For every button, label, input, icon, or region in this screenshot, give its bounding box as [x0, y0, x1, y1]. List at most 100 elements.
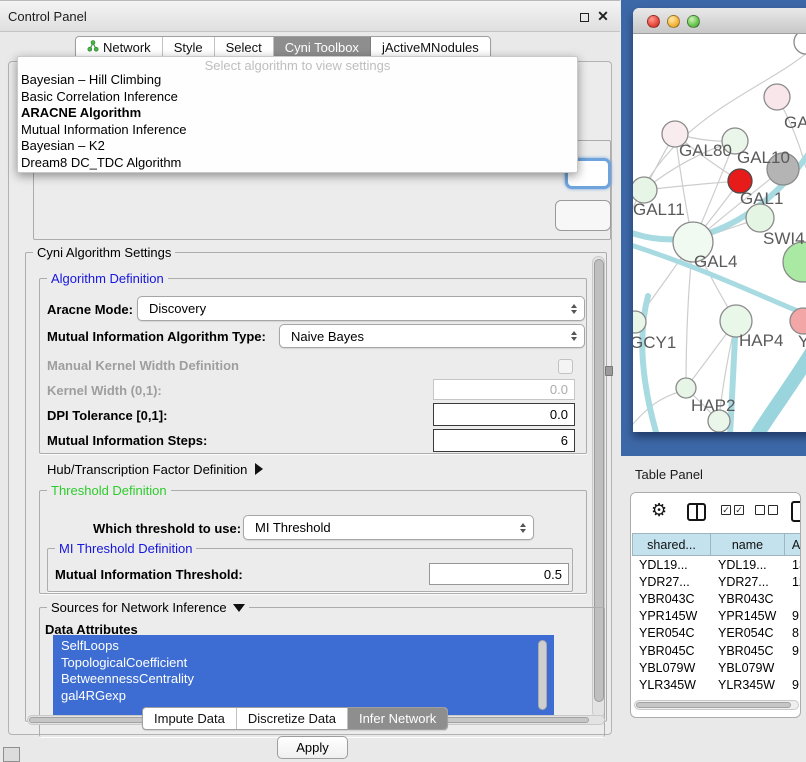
table-row[interactable]: YBR043CYBR043C	[632, 590, 801, 607]
cell: YLR345W	[711, 676, 785, 693]
table-row[interactable]: YIL052CYIL052C9	[632, 694, 801, 698]
dropdown-item[interactable]: Bayesian – Hill Climbing	[18, 72, 577, 89]
column-header[interactable]: name	[711, 533, 785, 556]
float-window-icon[interactable]	[580, 13, 589, 22]
list-item[interactable]: gal4RGexp	[61, 688, 554, 705]
dropdown-item[interactable]: Dream8 DC_TDC Algorithm	[18, 155, 577, 172]
node-green[interactable]	[783, 242, 806, 282]
node[interactable]	[794, 34, 806, 54]
node-label: GAL1	[740, 189, 783, 208]
tab-infer-network-label: Infer Network	[359, 711, 436, 726]
column-header[interactable]: A	[785, 533, 801, 556]
dpi-tolerance-field[interactable]: 0.0	[433, 403, 575, 426]
splitpane-handle[interactable]	[605, 366, 613, 376]
window-zoom-icon[interactable]	[687, 15, 700, 28]
dropdown-item[interactable]: Bayesian – K2	[18, 138, 577, 155]
collapsed-panel-chip[interactable]	[3, 747, 20, 762]
node-label: GAL10	[737, 148, 790, 167]
tab-impute-data[interactable]: Impute Data	[143, 708, 237, 729]
node-pink[interactable]	[790, 308, 806, 334]
cell	[785, 590, 801, 607]
combo-stepper-icon	[571, 304, 577, 314]
node-swi4[interactable]	[746, 204, 774, 232]
list-item[interactable]: SelfLoops	[61, 638, 554, 655]
table-row[interactable]: YPR145WYPR145W9.	[632, 608, 801, 625]
deselect-all-icon[interactable]	[755, 505, 778, 515]
kernel-width-field[interactable]: 0.0	[433, 379, 575, 400]
mi-threshold-field[interactable]: 0.5	[429, 563, 569, 585]
table-icon[interactable]	[791, 501, 801, 522]
network-tab-icon	[87, 40, 99, 55]
table-horizontal-scrollbar[interactable]	[634, 700, 799, 710]
manual-kernel-label: Manual Kernel Width Definition	[47, 358, 239, 373]
table-header-row: shared... name A	[632, 533, 801, 556]
node-label: GCY1	[633, 333, 676, 352]
mi-steps-field[interactable]: 6	[433, 429, 575, 452]
collapse-down-icon	[233, 604, 245, 612]
network-view-window[interactable]: GAL GAL80 GAL10 GAL1 GAL11 SWI4 GAL4 GCY…	[633, 8, 806, 432]
hub-definition-label: Hub/Transcription Factor Definition	[47, 462, 247, 477]
window-close-icon[interactable]	[647, 15, 660, 28]
data-attributes-list: SelfLoops TopologicalCoefficient Between…	[53, 635, 554, 717]
table-card: ⚙ ✓ ✓ shared... name A	[630, 492, 801, 718]
cell: YLR345W	[632, 676, 711, 693]
tab-select[interactable]: Select	[215, 37, 274, 58]
tab-cyni-toolbox[interactable]: Cyni Toolbox	[274, 37, 371, 58]
network-window-titlebar[interactable]	[633, 8, 806, 34]
cell: 9	[785, 694, 801, 698]
list-item[interactable]: BetweennessCentrality	[61, 671, 554, 688]
tab-network[interactable]: Network	[76, 37, 163, 58]
aracne-mode-combobox[interactable]: Discovery	[137, 296, 585, 321]
table-hscroll-thumb[interactable]	[636, 702, 791, 708]
mi-algorithm-type-combobox[interactable]: Naive Bayes	[279, 324, 585, 348]
table-row[interactable]: YBR045CYBR045C9.	[632, 642, 801, 659]
select-all-icon[interactable]: ✓ ✓	[721, 505, 744, 515]
dropdown-item-selected[interactable]: ARACNE Algorithm	[18, 105, 577, 122]
node-label: GAL	[784, 113, 806, 132]
which-threshold-combobox[interactable]: MI Threshold	[243, 515, 534, 540]
cyni-bottom-tabbar: Impute Data Discretize Data Infer Networ…	[142, 707, 448, 730]
network-graph: GAL GAL80 GAL10 GAL1 GAL11 SWI4 GAL4 GCY…	[633, 34, 806, 432]
mi-algorithm-type-value: Naive Bayes	[291, 329, 364, 344]
node-hap2[interactable]	[676, 378, 696, 398]
attribute-list-scrollbar[interactable]	[538, 640, 547, 710]
window-minimize-icon[interactable]	[667, 15, 680, 28]
close-icon[interactable]: ✕	[597, 10, 609, 22]
cell: 13	[785, 556, 801, 573]
control-panel-titlebar: Control Panel ✕	[0, 0, 620, 32]
table-panel: Table Panel ⚙ ✓ ✓ shared... name	[620, 456, 806, 762]
table-row[interactable]: YDR27...YDR27...12	[632, 573, 801, 590]
gear-icon[interactable]: ⚙	[651, 500, 667, 521]
tab-style[interactable]: Style	[163, 37, 215, 58]
cell: YER054C	[711, 625, 785, 642]
cell: YDL19...	[632, 556, 711, 573]
table-row[interactable]: YER054CYER054C8.	[632, 625, 801, 642]
node-label: GAL4	[694, 252, 737, 271]
dropdown-item[interactable]: Mutual Information Inference	[18, 122, 577, 139]
list-item[interactable]: TopologicalCoefficient	[61, 655, 554, 672]
hub-definition-expander[interactable]: Hub/Transcription Factor Definition	[47, 462, 263, 477]
sources-group-title[interactable]: Sources for Network Inference	[47, 600, 249, 615]
tab-jactivemnodules[interactable]: jActiveMNodules	[371, 37, 490, 58]
column-header[interactable]: shared...	[632, 533, 711, 556]
aracne-mode-value: Discovery	[149, 301, 206, 316]
node[interactable]	[764, 84, 790, 110]
table-row[interactable]: YBL079WYBL079W	[632, 659, 801, 676]
cell: YBR045C	[711, 642, 785, 659]
table-row[interactable]: YLR345WYLR345W9.	[632, 676, 801, 693]
table-rows: YDL19...YDL19...13 YDR27...YDR27...12 YB…	[632, 556, 801, 697]
tab-infer-network[interactable]: Infer Network	[348, 708, 447, 729]
apply-button[interactable]: Apply	[277, 736, 348, 759]
tab-discretize-data[interactable]: Discretize Data	[237, 708, 348, 729]
network-canvas[interactable]: GAL GAL80 GAL10 GAL1 GAL11 SWI4 GAL4 GCY…	[633, 34, 806, 432]
columns-icon[interactable]	[687, 503, 706, 521]
network-combobox-partial[interactable]	[555, 200, 611, 231]
tab-style-label: Style	[174, 40, 203, 55]
table-row[interactable]: YDL19...YDL19...13	[632, 556, 801, 573]
manual-kernel-checkbox[interactable]	[558, 359, 573, 374]
control-panel-title: Control Panel	[8, 9, 87, 24]
screen: Control Panel ✕ Network Style Select Cyn…	[0, 0, 806, 762]
dropdown-item[interactable]: Basic Correlation Inference	[18, 89, 577, 106]
combo-stepper-icon	[571, 331, 577, 341]
tab-network-label: Network	[103, 40, 151, 55]
